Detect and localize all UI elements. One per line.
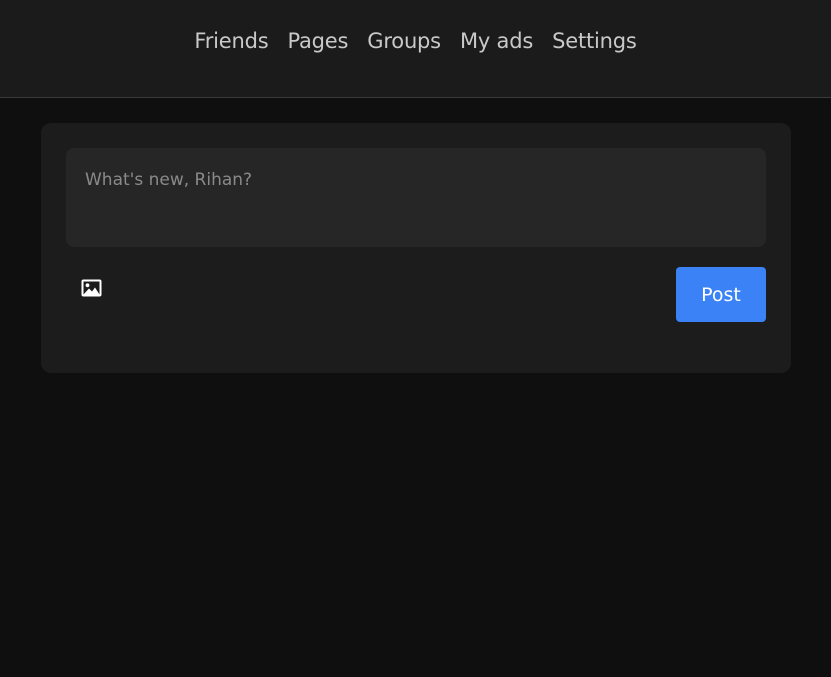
post-text-input[interactable] (66, 148, 766, 247)
post-composer: Post (41, 123, 791, 373)
nav-item-pages[interactable]: Pages (287, 29, 348, 53)
post-button[interactable]: Post (676, 267, 766, 322)
nav-item-friends[interactable]: Friends (194, 29, 268, 53)
nav-list: Friends Pages Groups My ads Settings (0, 26, 831, 56)
nav-item-my-ads[interactable]: My ads (460, 29, 533, 53)
nav-item-groups[interactable]: Groups (367, 29, 441, 53)
top-navigation: Friends Pages Groups My ads Settings (0, 0, 831, 98)
add-image-button[interactable] (79, 277, 103, 299)
image-icon (81, 279, 101, 297)
nav-item-settings[interactable]: Settings (552, 29, 637, 53)
